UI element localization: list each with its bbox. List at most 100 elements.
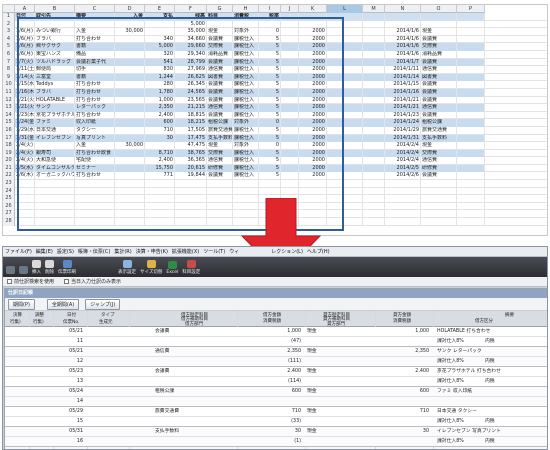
- cell[interactable]: [327, 35, 363, 44]
- cell[interactable]: 35,000: [175, 28, 207, 36]
- cell[interactable]: 2,400: [145, 157, 175, 165]
- entry-tax-mode[interactable]: 内税: [485, 357, 495, 367]
- cell[interactable]: [207, 202, 233, 211]
- cell[interactable]: [115, 164, 145, 173]
- cell[interactable]: 東宝ハンズ: [35, 50, 75, 59]
- cell[interactable]: [145, 142, 175, 150]
- cell[interactable]: [281, 187, 299, 196]
- cell[interactable]: [115, 126, 145, 135]
- cell[interactable]: [385, 195, 421, 203]
- cell[interactable]: 1/6(月): [15, 28, 35, 36]
- cell[interactable]: 租税公課: [207, 119, 233, 127]
- cell[interactable]: 2014/2/4: [385, 142, 421, 150]
- cell[interactable]: 課税仕入: [233, 50, 259, 59]
- cell[interactable]: 29,340: [175, 50, 207, 59]
- cell[interactable]: 2014/1/21: [385, 104, 421, 112]
- entry-debit-tax[interactable]: (111): [241, 357, 301, 367]
- cell[interactable]: 2/4(火): [15, 157, 35, 165]
- cell[interactable]: 京花プラザホテル: [35, 111, 75, 120]
- journal-entry-line2[interactable]: 16 (1) 課対仕入8% 内税: [5, 437, 547, 447]
- cell[interactable]: 1/7(火): [15, 58, 35, 67]
- cell[interactable]: [457, 119, 485, 127]
- entry-date[interactable]: 05/29: [57, 407, 83, 417]
- cell[interactable]: [281, 43, 299, 51]
- row-number[interactable]: 25: [3, 195, 15, 203]
- cell[interactable]: [115, 73, 145, 82]
- cell[interactable]: [115, 195, 145, 203]
- row-number[interactable]: 28: [3, 218, 15, 226]
- cell[interactable]: 課税仕入: [233, 43, 259, 51]
- menu-file[interactable]: ファイル(F): [5, 248, 32, 255]
- cell[interactable]: 会議費: [207, 172, 233, 181]
- cell[interactable]: 2014/1/21: [385, 96, 421, 105]
- cell[interactable]: [327, 88, 363, 97]
- cell[interactable]: [327, 81, 363, 89]
- column-header[interactable]: H: [233, 5, 259, 13]
- journal-entry-line1[interactable]: 05/29 旅費交通費 710 現金 710 日本交通 タクシー: [5, 407, 547, 417]
- cell[interactable]: 5: [259, 111, 281, 120]
- cell[interactable]: [145, 195, 175, 203]
- cell[interactable]: [363, 157, 385, 165]
- row-number[interactable]: 1: [3, 13, 15, 21]
- cell[interactable]: 2000: [299, 126, 327, 135]
- cell[interactable]: [35, 218, 75, 226]
- cell[interactable]: 27,969: [175, 66, 207, 74]
- cell[interactable]: フラバ: [35, 35, 75, 44]
- cell[interactable]: [259, 180, 281, 188]
- cell[interactable]: 会議費: [207, 111, 233, 120]
- cell[interactable]: [327, 218, 363, 226]
- cell[interactable]: 1,244: [145, 73, 175, 82]
- cell[interactable]: [457, 187, 485, 196]
- menu-window[interactable]: ウィ: [229, 248, 239, 255]
- cell[interactable]: 340: [145, 35, 175, 44]
- cell[interactable]: 通信費: [421, 66, 457, 74]
- entry-voucher-no[interactable]: 16: [57, 437, 83, 447]
- cell[interactable]: 2014/1/31: [385, 134, 421, 143]
- cell[interactable]: [15, 202, 35, 211]
- cell[interactable]: [281, 104, 299, 112]
- cell[interactable]: 会議費: [207, 81, 233, 89]
- cell[interactable]: 郵便局: [35, 66, 75, 74]
- cell[interactable]: 2000: [299, 58, 327, 67]
- cell[interactable]: [457, 149, 485, 158]
- cell[interactable]: [115, 58, 145, 67]
- cell[interactable]: [363, 50, 385, 59]
- cell[interactable]: 2000: [299, 28, 327, 36]
- cell[interactable]: [115, 20, 145, 29]
- cell[interactable]: 5: [259, 58, 281, 67]
- cell[interactable]: [327, 119, 363, 127]
- cell[interactable]: [281, 119, 299, 127]
- cell[interactable]: 交際費: [207, 43, 233, 51]
- cell[interactable]: [385, 13, 421, 21]
- entry-debit-amount[interactable]: 600: [241, 387, 301, 397]
- cell[interactable]: 書籍: [75, 43, 115, 51]
- cell[interactable]: [145, 202, 175, 211]
- cell[interactable]: [457, 195, 485, 203]
- cell[interactable]: 5: [259, 88, 281, 97]
- cell[interactable]: 2/4(火): [15, 142, 35, 150]
- cell[interactable]: [281, 157, 299, 165]
- cell[interactable]: 会議お菓子代: [75, 58, 115, 67]
- cell[interactable]: [115, 119, 145, 127]
- row-number[interactable]: 20: [3, 157, 15, 165]
- cell[interactable]: 課税仕入: [233, 96, 259, 105]
- insert-button[interactable]: 挿入: [32, 260, 41, 275]
- row-number[interactable]: 8: [3, 66, 15, 74]
- cell[interactable]: 2000: [299, 66, 327, 74]
- cell[interactable]: 2000: [299, 96, 327, 105]
- cell[interactable]: 600: [145, 119, 175, 127]
- column-header[interactable]: O: [421, 5, 457, 13]
- cell[interactable]: [363, 111, 385, 120]
- cell[interactable]: 2000: [299, 81, 327, 89]
- cell[interactable]: [457, 73, 485, 82]
- cell[interactable]: [363, 88, 385, 97]
- cell[interactable]: 対象外: [233, 119, 259, 127]
- cell[interactable]: 2000: [299, 149, 327, 158]
- cell[interactable]: 通信費: [421, 157, 457, 165]
- cell[interactable]: [363, 104, 385, 112]
- entry-credit-account[interactable]: 現金: [307, 387, 317, 397]
- cell[interactable]: [327, 195, 363, 203]
- cell[interactable]: 2000: [299, 119, 327, 127]
- cell[interactable]: 研修費: [421, 164, 457, 173]
- cell[interactable]: [281, 73, 299, 82]
